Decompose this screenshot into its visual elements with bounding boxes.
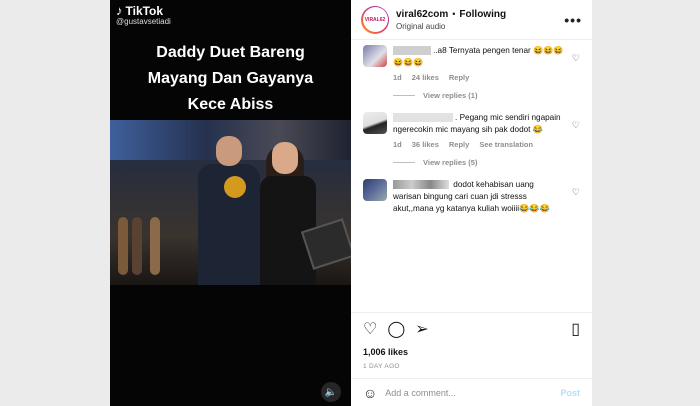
share-icon[interactable]: ➢ bbox=[415, 319, 428, 339]
commenter-username[interactable]: ..a8 bbox=[433, 46, 447, 55]
comment-likes[interactable]: 36 likes bbox=[412, 140, 439, 149]
singer-man bbox=[198, 136, 260, 285]
comment-time: 1d bbox=[393, 140, 402, 149]
comment-reply-button[interactable]: Reply bbox=[449, 140, 469, 149]
post-sidebar: VIRAL62 viral62com • Following Original … bbox=[351, 0, 592, 406]
comment-like-heart-icon[interactable]: ♡ bbox=[572, 187, 580, 198]
tiktok-icon: ♪ bbox=[116, 3, 123, 18]
see-translation-button[interactable]: See translation bbox=[479, 140, 533, 149]
view-replies-label: View replies (5) bbox=[423, 158, 478, 167]
singer-woman bbox=[260, 142, 316, 285]
separator-dot: • bbox=[452, 9, 456, 19]
view-replies-button[interactable]: View replies (1) bbox=[393, 91, 582, 100]
tiktok-username: @gustavsetiadi bbox=[116, 17, 171, 26]
guitar-shape bbox=[132, 217, 142, 275]
heart-icon[interactable]: ♡ bbox=[363, 319, 377, 339]
action-bar: ♡ ◯ ➢ ▯ bbox=[351, 312, 592, 344]
account-avatar-image: VIRAL62 bbox=[362, 7, 388, 32]
comment-item: dodot kehabisan uang warisan bingung car… bbox=[363, 179, 582, 215]
post-timestamp[interactable]: 1 DAY AGO bbox=[351, 363, 592, 370]
comment-likes[interactable]: 24 likes bbox=[412, 73, 439, 82]
commenter-username[interactable]: . bbox=[455, 113, 457, 122]
view-replies-label: View replies (1) bbox=[423, 91, 478, 100]
post-header: VIRAL62 viral62com • Following Original … bbox=[351, 0, 592, 40]
speaker-icon: 🔈 bbox=[324, 386, 338, 398]
replies-divider bbox=[393, 162, 415, 163]
comment-item: ..a8 Ternyata pengen tenar 😆😆😆😆😆😆 1d 24 … bbox=[363, 45, 582, 82]
video-caption: Daddy Duet Bareng Mayang Dan Gayanya Kec… bbox=[110, 40, 351, 118]
tiktok-watermark: ♪ TikTok bbox=[116, 3, 163, 18]
caption-line-2: Mayang Dan Gayanya bbox=[147, 70, 314, 87]
guitar-shape bbox=[118, 217, 128, 275]
caption-line-1: Daddy Duet Bareng bbox=[156, 44, 305, 61]
caption-line-3: Kece Abiss bbox=[187, 96, 274, 113]
view-replies-button[interactable]: View replies (5) bbox=[393, 158, 582, 167]
following-button[interactable]: Following bbox=[459, 9, 506, 20]
commenter-avatar[interactable] bbox=[363, 179, 387, 201]
add-comment-input[interactable]: Add a comment... bbox=[385, 388, 560, 398]
emoji-icon[interactable]: ☺ bbox=[363, 385, 377, 401]
comment-like-heart-icon[interactable]: ♡ bbox=[572, 53, 580, 64]
account-username[interactable]: viral62com bbox=[396, 9, 448, 20]
commenter-username-blurred[interactable] bbox=[393, 46, 431, 56]
commenter-avatar[interactable] bbox=[363, 45, 387, 67]
commenter-username-blurred[interactable] bbox=[393, 113, 453, 123]
post-comment-button[interactable]: Post bbox=[560, 388, 580, 398]
instagram-post: ♪ TikTok @gustavsetiadi Daddy Duet Baren… bbox=[110, 0, 592, 406]
guitar-shape bbox=[150, 217, 160, 275]
mute-button[interactable]: 🔈 bbox=[321, 382, 341, 402]
comment-like-heart-icon[interactable]: ♡ bbox=[572, 120, 580, 131]
tiktok-label: TikTok bbox=[125, 3, 164, 18]
bookmark-icon[interactable]: ▯ bbox=[571, 319, 580, 339]
commenter-username-blurred[interactable] bbox=[393, 180, 449, 190]
likes-count[interactable]: 1,006 likes bbox=[351, 347, 592, 357]
more-options-icon[interactable]: ••• bbox=[564, 12, 582, 28]
comment-item: . Pegang mic sendiri ngapain ngerecokin … bbox=[363, 112, 582, 149]
comment-time: 1d bbox=[393, 73, 402, 82]
account-avatar[interactable]: VIRAL62 bbox=[361, 5, 389, 34]
comment-icon[interactable]: ◯ bbox=[387, 319, 405, 339]
video-frame[interactable] bbox=[110, 120, 351, 285]
commenter-avatar[interactable] bbox=[363, 112, 387, 134]
audio-link[interactable]: Original audio bbox=[396, 22, 564, 31]
post-media[interactable]: ♪ TikTok @gustavsetiadi Daddy Duet Baren… bbox=[110, 0, 351, 406]
comments-list[interactable]: ..a8 Ternyata pengen tenar 😆😆😆😆😆😆 1d 24 … bbox=[351, 40, 592, 312]
comment-reply-button[interactable]: Reply bbox=[449, 73, 469, 82]
replies-divider bbox=[393, 95, 415, 96]
add-comment-bar: ☺ Add a comment... Post bbox=[351, 378, 592, 406]
